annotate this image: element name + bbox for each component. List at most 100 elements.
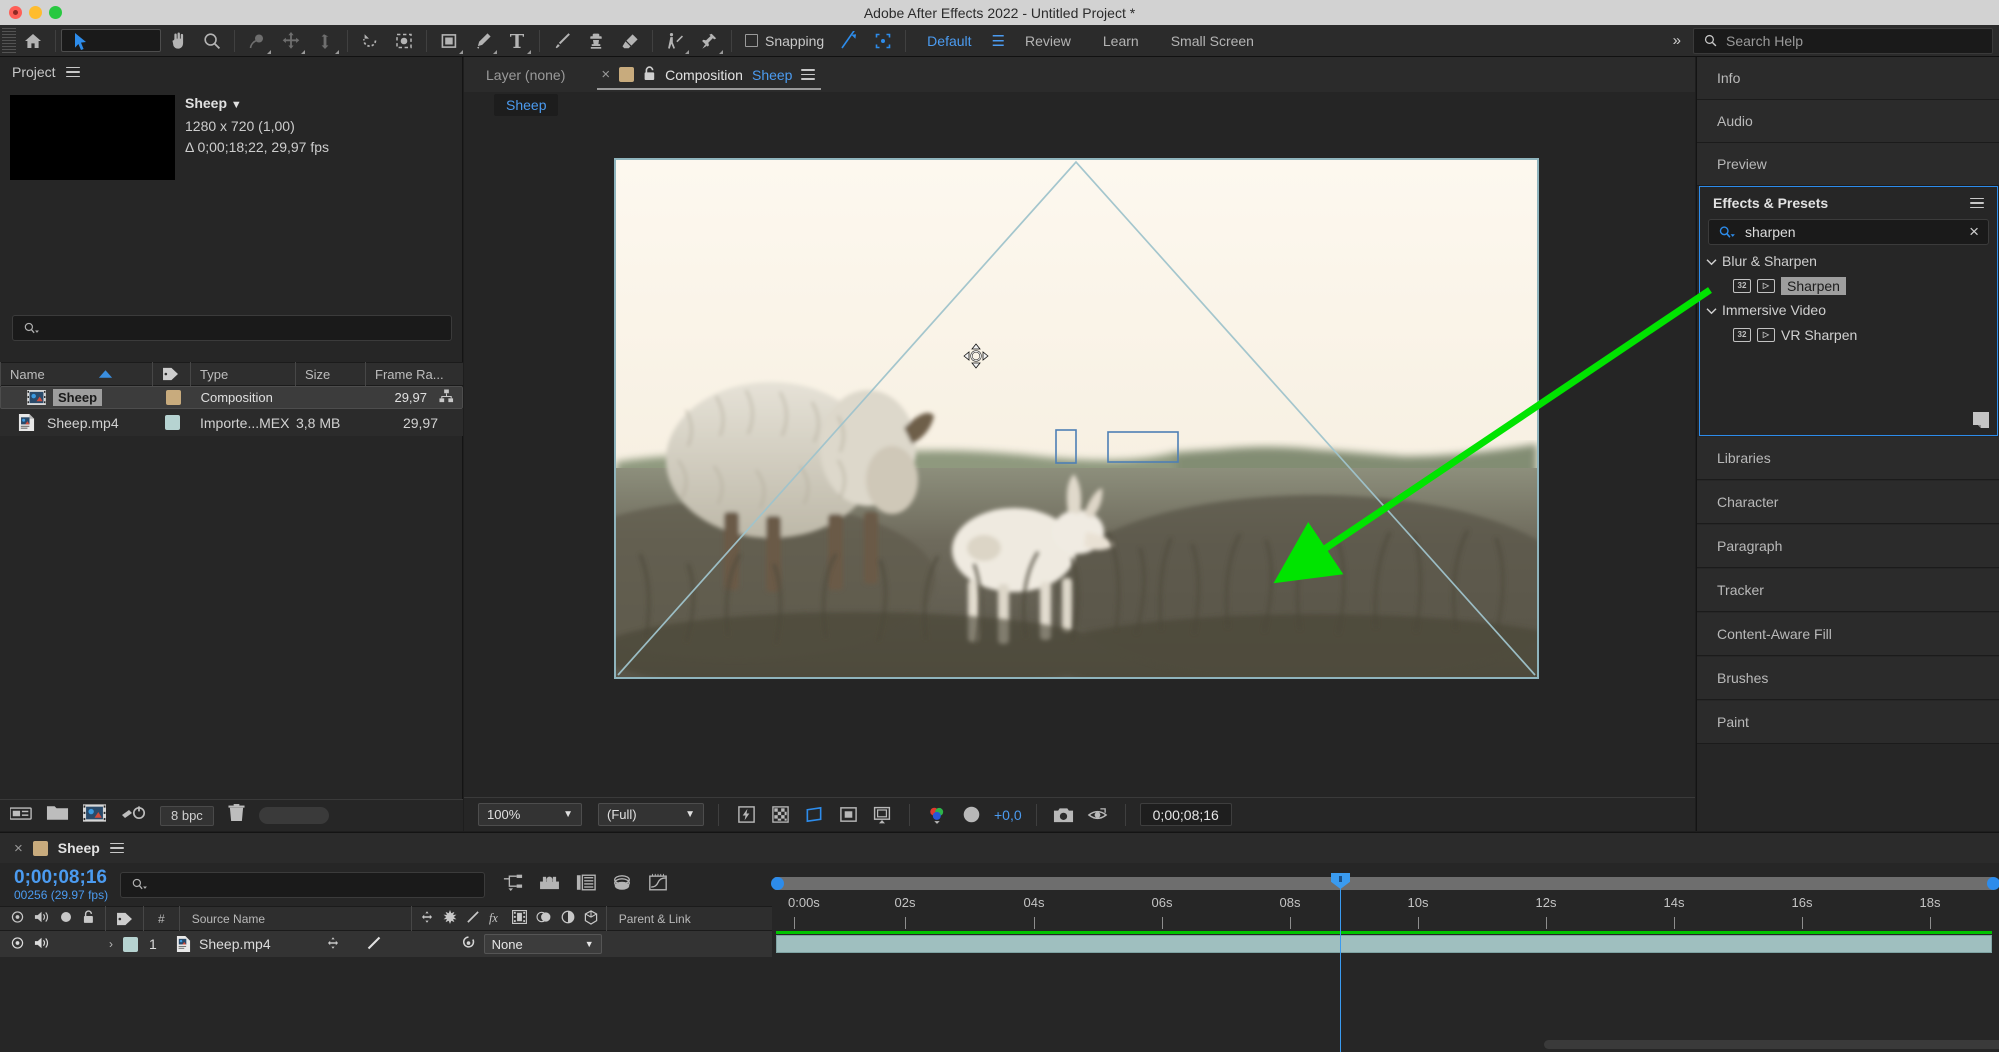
graph-editor-icon[interactable]: [648, 873, 668, 897]
dock-tab-info[interactable]: Info: [1697, 57, 1999, 100]
row-label-swatch[interactable]: [155, 390, 191, 405]
column-name[interactable]: Name: [0, 362, 152, 386]
work-area-bar[interactable]: [774, 877, 1994, 890]
new-animation-preset-icon[interactable]: [1973, 412, 1989, 433]
audio-icon[interactable]: [34, 910, 50, 927]
timeline-tab[interactable]: × Sheep: [0, 833, 1999, 863]
zoom-tool[interactable]: [195, 26, 229, 56]
shy-icon[interactable]: [420, 910, 434, 927]
hand-tool[interactable]: [161, 26, 195, 56]
workspace-small-screen[interactable]: Small Screen: [1155, 33, 1270, 49]
dock-tab-libraries[interactable]: Libraries: [1697, 437, 1999, 480]
effect-item-sharpen[interactable]: 32 ▷ Sharpen: [1700, 273, 1997, 298]
dock-tab-brushes[interactable]: Brushes: [1697, 657, 1999, 700]
row-label-swatch[interactable]: [153, 415, 191, 430]
effect-group-immersive-video[interactable]: Immersive Video: [1700, 298, 1997, 322]
table-row[interactable]: Sheep.mp4 Importe...MEX 3,8 MB 29,97: [0, 409, 463, 436]
row-label-swatch[interactable]: [123, 937, 138, 952]
column-source-name[interactable]: Source Name: [179, 906, 411, 931]
row-shy-icon[interactable]: [326, 936, 340, 953]
label-icon[interactable]: [105, 906, 143, 931]
frame-blending-icon[interactable]: [612, 874, 632, 896]
close-icon[interactable]: ×: [14, 840, 23, 857]
workspace-default[interactable]: Default: [911, 33, 987, 49]
composition-viewer[interactable]: [614, 158, 1539, 679]
table-row[interactable]: Sheep Composition 29,97: [0, 386, 463, 409]
timeline-panel-menu-icon[interactable]: [110, 840, 124, 857]
lock-icon[interactable]: [82, 910, 95, 927]
solo-icon[interactable]: [59, 910, 73, 927]
workspace-menu-icon[interactable]: ☰: [988, 32, 1009, 50]
channels-icon[interactable]: [924, 803, 950, 826]
composition-timecode[interactable]: 0;00;08;16: [1140, 803, 1232, 826]
interpret-footage-icon[interactable]: [10, 805, 32, 827]
project-settings-icon[interactable]: [120, 804, 146, 827]
timeline-search-input[interactable]: [120, 872, 485, 898]
exposure-icon[interactable]: [958, 803, 984, 826]
delete-icon[interactable]: [228, 804, 245, 827]
row-video-toggle[interactable]: [10, 936, 25, 953]
fast-previews-icon[interactable]: [733, 803, 759, 826]
title-action-safe-icon[interactable]: [869, 803, 895, 826]
timeline-layer-row[interactable]: › 1 Sheep.mp4 None▼: [0, 931, 772, 957]
column-index[interactable]: #: [143, 906, 179, 931]
column-size[interactable]: Size: [295, 362, 365, 386]
brush-tool[interactable]: [545, 26, 579, 56]
toolbar-grip[interactable]: [2, 28, 16, 54]
column-type[interactable]: Type: [190, 362, 295, 386]
project-panel-menu-icon[interactable]: [66, 64, 80, 81]
project-search-input[interactable]: [12, 315, 452, 341]
timeline-ruler[interactable]: 0:00s 02s 04s 06s 08s 10s 12s 14s 16s 18…: [772, 863, 1999, 931]
orbit-tool[interactable]: [308, 26, 342, 56]
snap-to-align-icon[interactable]: [832, 26, 866, 56]
draft-3d-icon[interactable]: [539, 874, 560, 896]
dock-tab-content-aware-fill[interactable]: Content-Aware Fill: [1697, 613, 1999, 656]
selection-tool[interactable]: [61, 29, 161, 52]
collapse-icon[interactable]: [443, 910, 457, 927]
motion-blur-icon[interactable]: [536, 910, 552, 927]
tab-layer[interactable]: Layer (none): [464, 57, 587, 92]
timeline-track-area[interactable]: [772, 931, 1999, 1052]
dock-tab-character[interactable]: Character: [1697, 481, 1999, 524]
exposure-value[interactable]: +0,0: [992, 807, 1022, 823]
puppet-pin-tool[interactable]: [692, 26, 726, 56]
transparency-grid-icon[interactable]: [767, 803, 793, 826]
pan-behind-tool[interactable]: [353, 26, 387, 56]
pen-tool[interactable]: [466, 26, 500, 56]
composition-mini-flowchart-icon[interactable]: [503, 874, 523, 896]
snapping-checkbox[interactable]: [745, 34, 758, 47]
hide-shy-layers-icon[interactable]: [576, 874, 596, 896]
column-frame-rate[interactable]: Frame Ra...: [365, 362, 460, 386]
row-audio-toggle[interactable]: [34, 936, 50, 953]
quality-icon[interactable]: [466, 910, 480, 927]
mask-shape-icon[interactable]: [835, 803, 861, 826]
row-parent-pick-whip-icon[interactable]: [460, 935, 477, 954]
effect-group-blur-sharpen[interactable]: Blur & Sharpen: [1700, 249, 1997, 273]
shape-tool[interactable]: [432, 26, 466, 56]
current-time-indicator[interactable]: [1340, 873, 1341, 931]
snapping-toggle[interactable]: Snapping: [737, 33, 832, 49]
layer-duration-bar[interactable]: [776, 935, 1992, 953]
new-folder-icon[interactable]: [46, 804, 69, 827]
new-composition-icon[interactable]: [83, 804, 106, 827]
dock-tab-preview[interactable]: Preview: [1697, 143, 1999, 186]
project-item-name[interactable]: Sheep ▼: [185, 93, 329, 116]
timeline-current-time[interactable]: 0;00;08;16: [0, 868, 108, 888]
column-parent-link[interactable]: Parent & Link: [606, 906, 703, 931]
bit-depth-button[interactable]: 8 bpc: [160, 806, 214, 826]
rotation-tool[interactable]: [240, 26, 274, 56]
show-snapshot-icon[interactable]: [1085, 803, 1111, 826]
eraser-tool[interactable]: [613, 26, 647, 56]
unified-camera-tool[interactable]: [274, 26, 308, 56]
window-controls[interactable]: [9, 0, 62, 25]
clear-search-icon[interactable]: ×: [1969, 222, 1979, 242]
workspace-review[interactable]: Review: [1009, 33, 1087, 49]
flowchart-icon[interactable]: [427, 389, 454, 407]
effects-icon[interactable]: fx: [489, 910, 503, 928]
roto-brush-tool[interactable]: [658, 26, 692, 56]
adjustment-icon[interactable]: [561, 910, 575, 927]
3d-layer-icon[interactable]: [584, 910, 598, 928]
frame-blend-icon[interactable]: [512, 910, 527, 927]
timeline-horizontal-scrollbar[interactable]: [1544, 1040, 1999, 1049]
workspace-overflow-icon[interactable]: »: [1659, 32, 1693, 49]
